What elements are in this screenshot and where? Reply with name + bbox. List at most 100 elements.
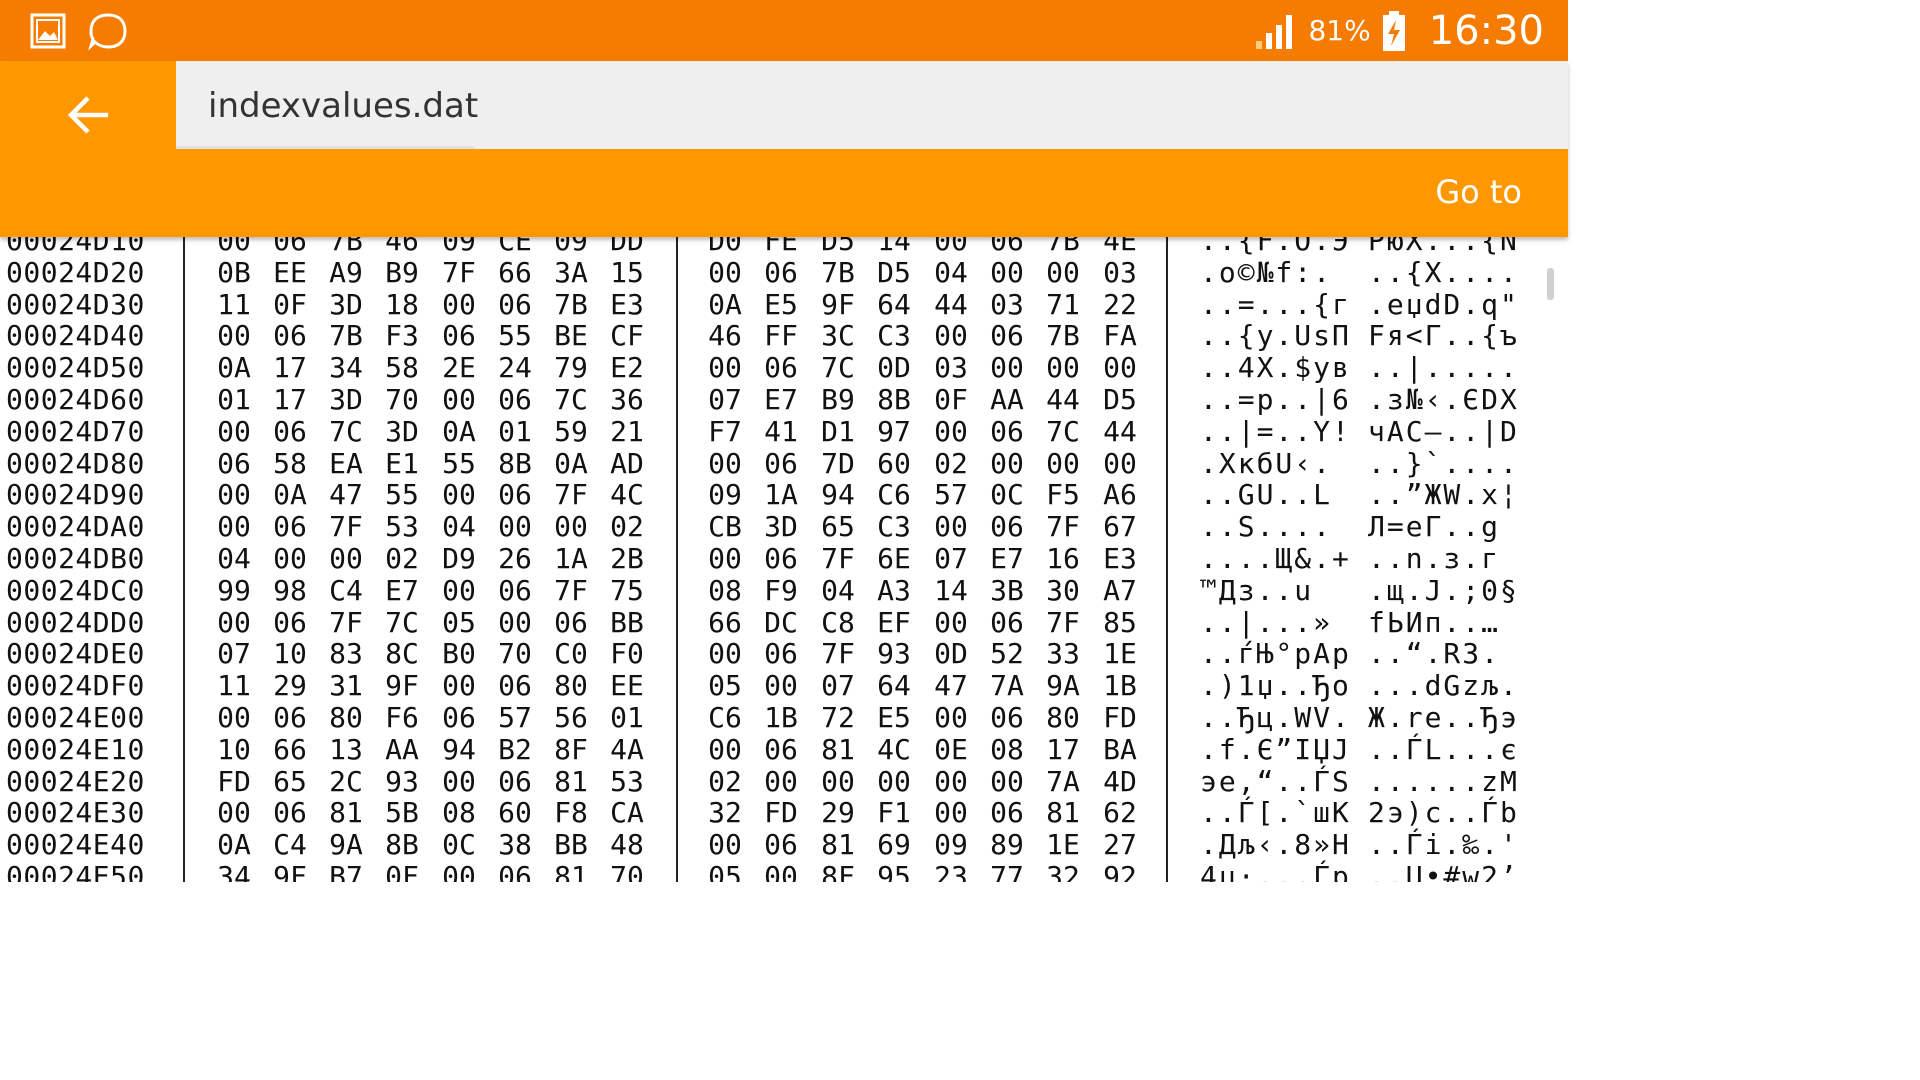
hex-byte[interactable]: 00 <box>551 510 591 543</box>
hex-byte[interactable]: 48 <box>607 828 647 861</box>
hex-byte[interactable]: C4 <box>326 574 366 607</box>
hex-byte[interactable]: 33 <box>1043 637 1083 670</box>
hex-byte[interactable]: A3 <box>874 574 914 607</box>
hex-byte[interactable]: 05 <box>705 669 745 702</box>
hex-byte[interactable]: 06 <box>495 288 535 321</box>
hex-byte[interactable]: 05 <box>439 606 479 639</box>
hex-byte[interactable]: 1A <box>761 478 801 511</box>
hex-byte[interactable]: 00 <box>439 383 479 416</box>
hex-byte[interactable]: 64 <box>874 669 914 702</box>
hex-byte[interactable]: 9A <box>326 828 366 861</box>
hex-byte[interactable]: 7F <box>326 510 366 543</box>
hex-byte[interactable]: 27 <box>1100 828 1140 861</box>
hex-byte[interactable]: 65 <box>818 510 858 543</box>
hex-byte[interactable]: 00 <box>326 542 366 575</box>
hex-byte[interactable]: 0C <box>987 478 1027 511</box>
hex-byte[interactable]: 09 <box>705 478 745 511</box>
hex-byte[interactable]: 00 <box>931 319 971 352</box>
hex-byte[interactable]: 7C <box>326 415 366 448</box>
hex-byte[interactable]: 04 <box>931 256 971 289</box>
hex-byte[interactable]: 18 <box>382 288 422 321</box>
hex-byte[interactable]: 7C <box>382 606 422 639</box>
hex-byte[interactable]: 0F <box>270 288 310 321</box>
hex-byte[interactable]: 7F <box>818 637 858 670</box>
hex-byte[interactable]: 10 <box>270 637 310 670</box>
hex-byte[interactable]: 06 <box>495 860 535 882</box>
hex-byte[interactable]: 29 <box>818 796 858 829</box>
hex-byte[interactable]: 4A <box>607 733 647 766</box>
hex-byte[interactable]: 66 <box>270 733 310 766</box>
hex-byte[interactable]: 7F <box>1043 510 1083 543</box>
hex-byte[interactable]: 00 <box>761 860 801 882</box>
hex-byte[interactable]: 00 <box>705 351 745 384</box>
hex-byte[interactable]: 17 <box>1043 733 1083 766</box>
hex-byte[interactable]: 06 <box>987 606 1027 639</box>
hex-byte[interactable]: 06 <box>761 447 801 480</box>
hex-byte[interactable]: 69 <box>874 828 914 861</box>
hex-byte[interactable]: E3 <box>1100 542 1140 575</box>
hex-byte[interactable]: F3 <box>382 319 422 352</box>
hex-byte[interactable]: 53 <box>382 510 422 543</box>
hex-byte[interactable]: 0A <box>551 447 591 480</box>
hex-byte[interactable]: 67 <box>1100 510 1140 543</box>
hex-byte[interactable]: 05 <box>705 860 745 882</box>
hex-byte[interactable]: 00 <box>705 637 745 670</box>
hex-byte[interactable]: DC <box>761 606 801 639</box>
hex-byte[interactable]: 7D <box>818 447 858 480</box>
hex-byte[interactable]: 02 <box>382 542 422 575</box>
hex-byte[interactable]: 02 <box>931 447 971 480</box>
hex-byte[interactable]: 09 <box>931 828 971 861</box>
hex-byte[interactable]: B0 <box>439 637 479 670</box>
hex-byte[interactable]: 7B <box>326 319 366 352</box>
hex-byte[interactable]: E3 <box>607 288 647 321</box>
hex-byte[interactable]: 7F <box>1043 606 1083 639</box>
hex-byte[interactable]: 17 <box>270 383 310 416</box>
hex-byte[interactable]: FD <box>214 765 254 798</box>
hex-byte[interactable]: 00 <box>874 765 914 798</box>
hex-byte[interactable]: A6 <box>1100 478 1140 511</box>
hex-byte[interactable]: CB <box>705 510 745 543</box>
hex-byte[interactable]: 34 <box>214 860 254 882</box>
hex-byte[interactable]: 11 <box>214 288 254 321</box>
hex-byte[interactable]: 8B <box>495 447 535 480</box>
hex-byte[interactable]: E7 <box>761 383 801 416</box>
hex-byte[interactable]: 72 <box>818 701 858 734</box>
hex-byte[interactable]: 00 <box>931 701 971 734</box>
hex-byte[interactable]: 00 <box>214 701 254 734</box>
hex-byte[interactable]: 06 <box>495 765 535 798</box>
hex-byte[interactable]: 00 <box>214 478 254 511</box>
hex-byte[interactable]: FD <box>761 796 801 829</box>
hex-byte[interactable]: 80 <box>1043 701 1083 734</box>
hex-byte[interactable]: 06 <box>270 701 310 734</box>
hex-byte[interactable]: 00 <box>439 765 479 798</box>
hex-byte[interactable]: 06 <box>495 574 535 607</box>
hex-byte[interactable]: 81 <box>1043 796 1083 829</box>
hex-byte[interactable]: 00 <box>1043 256 1083 289</box>
hex-byte[interactable]: 9F <box>382 669 422 702</box>
hex-byte[interactable]: CF <box>607 319 647 352</box>
hex-byte[interactable]: 58 <box>270 447 310 480</box>
hex-byte[interactable]: 9F <box>270 860 310 882</box>
hex-byte[interactable]: 7B <box>1043 319 1083 352</box>
hex-byte[interactable]: A7 <box>1100 574 1140 607</box>
hex-byte[interactable]: C3 <box>874 510 914 543</box>
hex-byte[interactable]: 1E <box>1100 637 1140 670</box>
hex-byte[interactable]: 3B <box>987 574 1027 607</box>
hex-byte[interactable]: 38 <box>495 828 535 861</box>
hex-byte[interactable]: 3D <box>326 383 366 416</box>
hex-byte[interactable]: 1E <box>1043 828 1083 861</box>
hex-byte[interactable]: 06 <box>551 606 591 639</box>
hex-byte[interactable]: 3C <box>818 319 858 352</box>
hex-byte[interactable]: 0D <box>931 637 971 670</box>
hex-byte[interactable]: 8B <box>382 828 422 861</box>
scrollbar-thumb[interactable] <box>1547 268 1554 300</box>
hex-byte[interactable]: 06 <box>270 319 310 352</box>
hex-byte[interactable]: 8B <box>874 383 914 416</box>
go-to-button[interactable]: Go to <box>1435 173 1522 211</box>
hex-byte[interactable]: B7 <box>326 860 366 882</box>
hex-byte[interactable]: 46 <box>705 319 745 352</box>
hex-byte[interactable]: 00 <box>931 415 971 448</box>
hex-byte[interactable]: 0F <box>931 383 971 416</box>
hex-byte[interactable]: 00 <box>214 606 254 639</box>
hex-byte[interactable]: 31 <box>326 669 366 702</box>
